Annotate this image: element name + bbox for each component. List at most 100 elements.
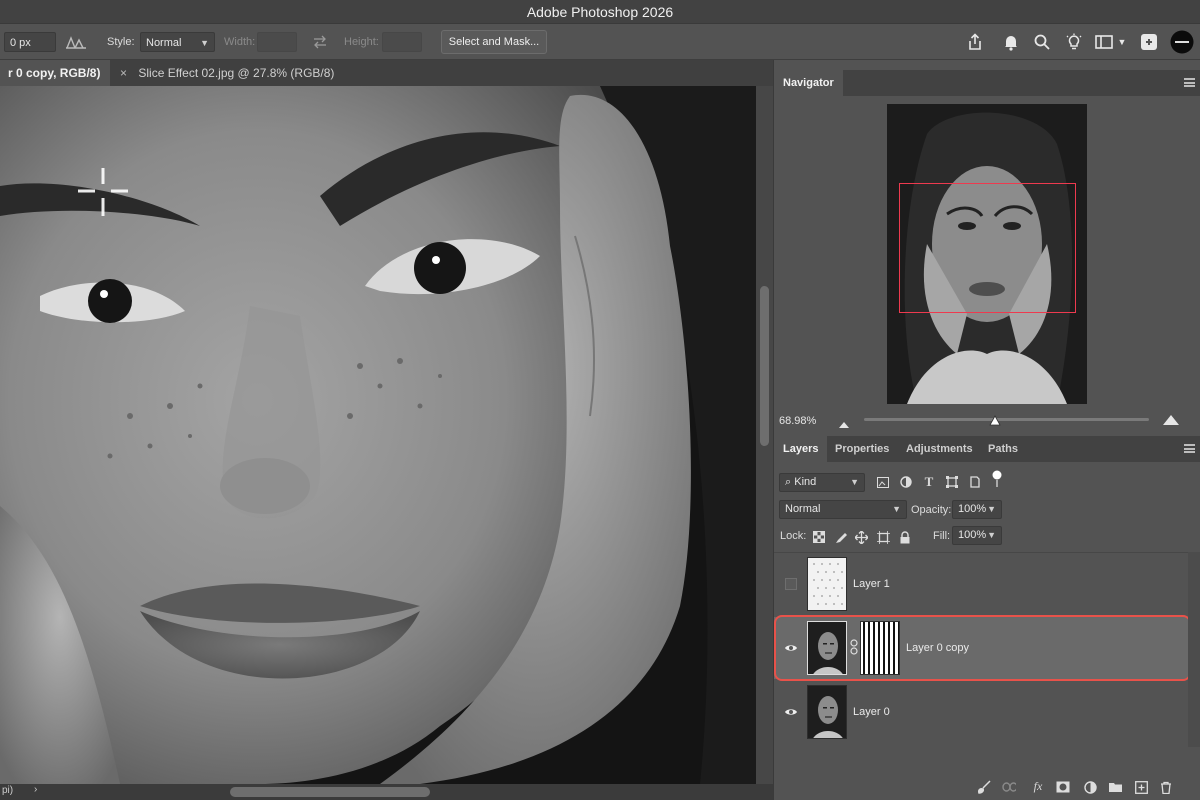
document-canvas[interactable] [0, 86, 756, 784]
tab-properties[interactable]: Properties [826, 436, 898, 462]
link-icon[interactable] [850, 639, 858, 658]
layer-name[interactable]: Layer 0 copy [906, 642, 969, 654]
layer-name[interactable]: Layer 0 [853, 706, 890, 718]
layer-mask-thumbnail [860, 621, 900, 675]
options-bar: 0 px Style: Normal ▼ Width: Height: Sele… [0, 24, 1200, 67]
new-layer-icon[interactable] [1134, 780, 1148, 794]
tab-navigator[interactable]: Navigator [774, 70, 843, 96]
type-filter-icon[interactable]: T [922, 474, 936, 489]
bell-icon[interactable] [999, 30, 1023, 54]
opacity-value: 100% [958, 503, 987, 515]
vertical-scrollbar[interactable] [756, 86, 773, 784]
navigator-header: Navigator [774, 70, 1200, 96]
portrait-image [0, 86, 756, 784]
zoom-in-icon[interactable] [1162, 414, 1180, 429]
fx-icon[interactable]: fx [1028, 779, 1048, 793]
width-input[interactable] [257, 32, 297, 52]
close-icon[interactable]: × [120, 66, 127, 80]
zoom-slider[interactable] [864, 415, 1149, 426]
filter-kind-select[interactable]: ⌕ Kind ▼ [779, 473, 865, 492]
adjustment-layer-icon[interactable] [1083, 780, 1097, 794]
tab-label: Slice Effect 02.jpg @ 27.8% (RGB/8) [138, 66, 335, 80]
layer-thumbnail [807, 621, 847, 675]
lightbulb-icon[interactable] [1062, 30, 1086, 54]
lock-transparent-icon[interactable] [812, 530, 826, 544]
zoom-slider-thumb[interactable] [989, 414, 1001, 426]
fill-label: Fill: [933, 530, 951, 542]
tab-active-document[interactable]: r 0 copy, RGB/8) * [0, 60, 110, 106]
layer-row-layer-0[interactable]: Layer 0 [774, 681, 1188, 743]
style-label: Style: [107, 36, 135, 48]
chevron-down-icon: ▼ [850, 477, 859, 487]
scrollbar-thumb[interactable] [760, 286, 769, 446]
layers-scrollbar[interactable] [1188, 552, 1200, 747]
status-arrow-icon[interactable]: › [34, 784, 37, 795]
select-and-mask-button[interactable]: Select and Mask... [441, 30, 547, 54]
swap-icon[interactable] [312, 32, 330, 52]
brush-icon[interactable] [977, 780, 991, 794]
zoom-out-icon[interactable] [838, 418, 850, 432]
layer-row-layer-1[interactable]: Layer 1 [774, 553, 1188, 615]
smart-object-filter-icon[interactable] [968, 475, 982, 489]
layers-action-bar: fx [774, 776, 1200, 798]
add-mask-icon[interactable] [1056, 780, 1070, 794]
zoom-value[interactable]: 68.98% [779, 415, 816, 427]
document-tabs: r 0 copy, RGB/8) * × Slice Effect 02.jpg… [0, 60, 773, 106]
height-label: Height: [344, 36, 379, 48]
lock-position-icon[interactable] [854, 530, 868, 544]
lock-pixels-icon[interactable] [834, 530, 848, 544]
navigator-view-box[interactable] [899, 183, 1076, 313]
visibility-off-box [785, 578, 797, 590]
chevron-down-icon: ▼ [987, 530, 996, 540]
filter-kind-value: Kind [794, 476, 817, 488]
style-select[interactable]: Normal ▼ [140, 32, 215, 52]
layer-list: Layer 1 Layer 0 copy Layer 0 [774, 552, 1191, 747]
fill-value: 100% [958, 529, 987, 541]
fill-input[interactable]: 100% ▼ [952, 526, 1002, 545]
blend-mode-select[interactable]: Normal ▼ [779, 500, 907, 519]
chevron-down-icon[interactable]: ▼ [1115, 30, 1129, 54]
visibility-toggle[interactable] [784, 577, 798, 591]
height-input[interactable] [382, 32, 422, 52]
adjustment-filter-icon[interactable] [899, 475, 913, 489]
share-icon[interactable] [963, 30, 987, 54]
tab-adjustments[interactable]: Adjustments [897, 436, 982, 462]
chevron-down-icon: ▼ [200, 38, 209, 48]
layer-name[interactable]: Layer 1 [853, 578, 890, 590]
anti-alias-icon[interactable] [66, 32, 88, 52]
trash-icon[interactable] [1159, 780, 1173, 794]
layer-row-layer-0-copy[interactable]: Layer 0 copy [774, 617, 1188, 679]
lock-icons [812, 530, 922, 544]
tab-layers[interactable]: Layers [774, 436, 828, 462]
pixel-filter-icon[interactable] [876, 475, 890, 489]
tab-paths[interactable]: Paths [979, 436, 1027, 462]
eye-icon[interactable] [784, 641, 798, 655]
layer-thumbnail [807, 685, 847, 739]
opacity-input[interactable]: 100% ▼ [952, 500, 1002, 519]
lock-all-icon[interactable] [898, 530, 912, 544]
status-text: pi) [2, 785, 14, 796]
tab-slice-effect[interactable]: × Slice Effect 02.jpg @ 27.8% (RGB/8) [112, 60, 342, 86]
shape-filter-icon[interactable] [945, 475, 959, 489]
chevron-down-icon: ▼ [987, 504, 996, 514]
lock-label: Lock: [780, 530, 807, 542]
search-icon[interactable] [1030, 30, 1054, 54]
horizontal-scrollbar-thumb[interactable] [230, 787, 430, 797]
blend-mode-value: Normal [785, 503, 821, 515]
style-value: Normal [146, 37, 182, 49]
avatar[interactable] [1170, 30, 1194, 54]
filter-toggle-icon[interactable] [990, 470, 1004, 487]
panel-menu-icon[interactable] [1184, 78, 1195, 87]
panel-menu-icon[interactable] [1184, 444, 1195, 453]
folder-icon[interactable] [1108, 780, 1122, 794]
workspace-icon[interactable] [1092, 30, 1116, 54]
search-icon: ⌕ [785, 476, 792, 488]
lock-artboard-icon[interactable] [876, 530, 890, 544]
plugins-icon[interactable] [1137, 30, 1161, 54]
feather-input[interactable]: 0 px [4, 32, 56, 52]
eye-icon[interactable] [784, 705, 798, 719]
right-panels: Navigator 68.98% Layers Properties Adjus… [773, 60, 1200, 800]
link-layers-icon[interactable] [1002, 780, 1016, 794]
navigator-preview[interactable] [887, 104, 1087, 404]
filter-icons: T [874, 470, 1014, 491]
